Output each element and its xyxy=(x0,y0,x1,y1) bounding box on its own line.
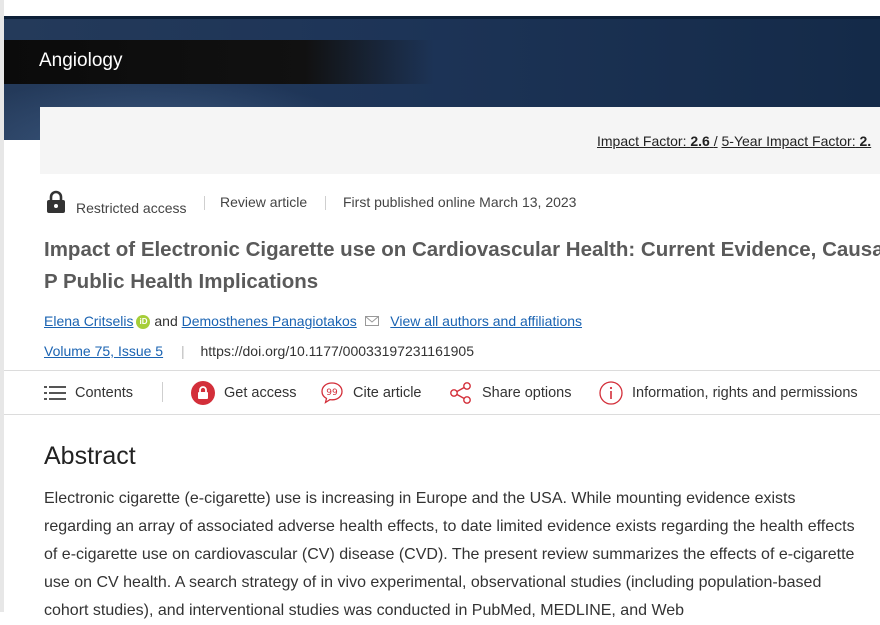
impact-factor-link[interactable]: Impact Factor: 2.6 / xyxy=(597,133,718,149)
metrics-separator: / xyxy=(713,133,718,149)
author-conjunction: and xyxy=(154,313,178,329)
get-access-label: Get access xyxy=(224,385,297,401)
envelope-icon[interactable] xyxy=(364,313,379,329)
journal-metrics: Impact Factor: 2.6 / 5-Year Impact Facto… xyxy=(597,133,871,149)
issue-divider: | xyxy=(180,343,185,359)
information-rights-label: Information, rights and permissions xyxy=(632,385,858,401)
get-access-lock-icon xyxy=(191,381,215,405)
impact-factor-label: Impact Factor: xyxy=(597,133,687,149)
orcid-icon[interactable]: iD xyxy=(136,315,151,329)
volume-issue-link[interactable]: Volume 75, Issue 5 xyxy=(44,343,163,359)
cite-article-label: Cite article xyxy=(353,385,422,401)
issue-line: Volume 75, Issue 5 | https://doi.org/10.… xyxy=(44,343,474,359)
share-options-button[interactable]: Share options xyxy=(449,378,571,408)
share-options-label: Share options xyxy=(482,385,572,401)
svg-text:99: 99 xyxy=(326,388,338,398)
abstract-heading: Abstract xyxy=(44,442,136,470)
impact-factor-value: 2.6 xyxy=(690,133,710,149)
contents-list-icon xyxy=(44,386,66,400)
lock-icon xyxy=(44,190,68,217)
five-year-impact-value: 2. xyxy=(859,133,872,149)
toolbar-bottom-divider xyxy=(4,414,880,415)
cite-article-button[interactable]: 99 Cite article xyxy=(320,378,422,408)
information-rights-button[interactable]: Information, rights and permissions xyxy=(599,378,858,408)
published-date: First published online March 13, 2023 xyxy=(343,194,577,210)
toolbar-top-divider xyxy=(4,370,880,371)
article-type: Review article xyxy=(220,194,308,210)
five-year-impact-link[interactable]: 5-Year Impact Factor: 2. xyxy=(722,133,872,149)
author-link-panagiotakos[interactable]: Demosthenes Panagiotakos xyxy=(182,313,357,329)
toolbar-divider xyxy=(162,382,163,402)
view-all-authors-link[interactable]: View all authors and affiliations xyxy=(390,313,582,329)
abstract-text: Electronic cigarette (e-cigarette) use i… xyxy=(44,490,855,619)
five-year-impact-label: 5-Year Impact Factor: xyxy=(721,133,856,149)
access-status: Restricted access xyxy=(76,200,187,216)
banner-top-line xyxy=(4,16,880,19)
author-list: Elena Critselis iD and Demosthenes Panagi… xyxy=(44,313,582,329)
doi-text[interactable]: https://doi.org/10.1177/0003319723116190… xyxy=(201,343,475,359)
contents-label: Contents xyxy=(75,385,134,401)
meta-divider xyxy=(325,196,326,210)
meta-divider xyxy=(204,196,205,210)
article-title: Impact of Electronic Cigarette use on Ca… xyxy=(44,238,880,293)
author-link-critselis[interactable]: Elena Critselis xyxy=(44,313,133,329)
cite-quote-icon: 99 xyxy=(321,382,343,404)
share-icon xyxy=(450,382,471,404)
info-icon xyxy=(599,381,623,405)
contents-button[interactable]: Contents xyxy=(44,378,133,408)
get-access-button[interactable]: Get access xyxy=(191,378,297,408)
journal-name[interactable]: Angiology xyxy=(39,50,122,72)
